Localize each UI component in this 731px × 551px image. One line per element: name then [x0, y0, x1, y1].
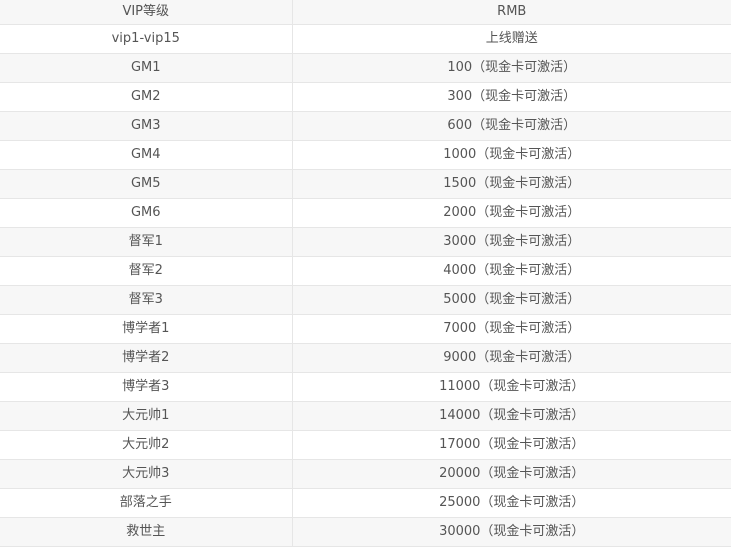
cell-vip-level: vip1-vip15 — [0, 24, 293, 54]
cell-vip-level: 大元帅3 — [0, 459, 293, 489]
table-row: 督军2 4000（现金卡可激活） — [0, 256, 731, 286]
cell-rmb: 30000（现金卡可激活） — [292, 517, 731, 547]
table-row: GM4 1000（现金卡可激活） — [0, 140, 731, 170]
table-row: GM6 2000（现金卡可激活） — [0, 198, 731, 228]
cell-rmb: 1500（现金卡可激活） — [292, 169, 731, 199]
table-row: 大元帅1 14000（现金卡可激活） — [0, 401, 731, 431]
cell-vip-level: GM3 — [0, 111, 293, 141]
cell-rmb: 20000（现金卡可激活） — [292, 459, 731, 489]
table-row: 大元帅2 17000（现金卡可激活） — [0, 430, 731, 460]
cell-vip-level: 博学者1 — [0, 314, 293, 344]
table-row: 博学者1 7000（现金卡可激活） — [0, 314, 731, 344]
cell-vip-level: GM6 — [0, 198, 293, 228]
cell-vip-level: 救世主 — [0, 517, 293, 547]
cell-rmb: 14000（现金卡可激活） — [292, 401, 731, 431]
cell-rmb: 600（现金卡可激活） — [292, 111, 731, 141]
cell-vip-level: 大元帅1 — [0, 401, 293, 431]
table-row: vip1-vip15 上线赠送 — [0, 24, 731, 54]
cell-rmb: 4000（现金卡可激活） — [292, 256, 731, 286]
table-row: GM2 300（现金卡可激活） — [0, 82, 731, 112]
table-row: 大元帅3 20000（现金卡可激活） — [0, 459, 731, 489]
cell-rmb: 9000（现金卡可激活） — [292, 343, 731, 373]
cell-rmb: 上线赠送 — [292, 24, 731, 54]
cell-rmb: 100（现金卡可激活） — [292, 53, 731, 83]
cell-rmb: 1000（现金卡可激活） — [292, 140, 731, 170]
cell-rmb: 7000（现金卡可激活） — [292, 314, 731, 344]
table-header: VIP等级 RMB — [0, 0, 731, 25]
table-row: 救世主 30000（现金卡可激活） — [0, 517, 731, 547]
table-row: GM5 1500（现金卡可激活） — [0, 169, 731, 199]
header-rmb: RMB — [292, 0, 731, 25]
cell-vip-level: GM2 — [0, 82, 293, 112]
cell-vip-level: GM4 — [0, 140, 293, 170]
table-row: 博学者3 11000（现金卡可激活） — [0, 372, 731, 402]
cell-vip-level: 督军1 — [0, 227, 293, 257]
cell-rmb: 2000（现金卡可激活） — [292, 198, 731, 228]
table-row: GM1 100（现金卡可激活） — [0, 53, 731, 83]
cell-rmb: 300（现金卡可激活） — [292, 82, 731, 112]
cell-rmb: 17000（现金卡可激活） — [292, 430, 731, 460]
cell-rmb: 11000（现金卡可激活） — [292, 372, 731, 402]
cell-vip-level: GM5 — [0, 169, 293, 199]
cell-vip-level: 博学者2 — [0, 343, 293, 373]
cell-rmb: 25000（现金卡可激活） — [292, 488, 731, 518]
header-vip-level: VIP等级 — [0, 0, 293, 25]
cell-vip-level: 督军2 — [0, 256, 293, 286]
table-body: vip1-vip15 上线赠送 GM1 100（现金卡可激活） GM2 300（… — [0, 24, 731, 547]
cell-vip-level: 督军3 — [0, 285, 293, 315]
vip-level-table: VIP等级 RMB vip1-vip15 上线赠送 GM1 100（现金卡可激活… — [0, 0, 731, 547]
cell-rmb: 3000（现金卡可激活） — [292, 227, 731, 257]
table-row: 督军1 3000（现金卡可激活） — [0, 227, 731, 257]
table-row: 博学者2 9000（现金卡可激活） — [0, 343, 731, 373]
table-row: GM3 600（现金卡可激活） — [0, 111, 731, 141]
cell-vip-level: 大元帅2 — [0, 430, 293, 460]
cell-vip-level: 博学者3 — [0, 372, 293, 402]
table-row: 督军3 5000（现金卡可激活） — [0, 285, 731, 315]
cell-vip-level: 部落之手 — [0, 488, 293, 518]
cell-rmb: 5000（现金卡可激活） — [292, 285, 731, 315]
header-row: VIP等级 RMB — [0, 0, 731, 25]
cell-vip-level: GM1 — [0, 53, 293, 83]
table-row: 部落之手 25000（现金卡可激活） — [0, 488, 731, 518]
